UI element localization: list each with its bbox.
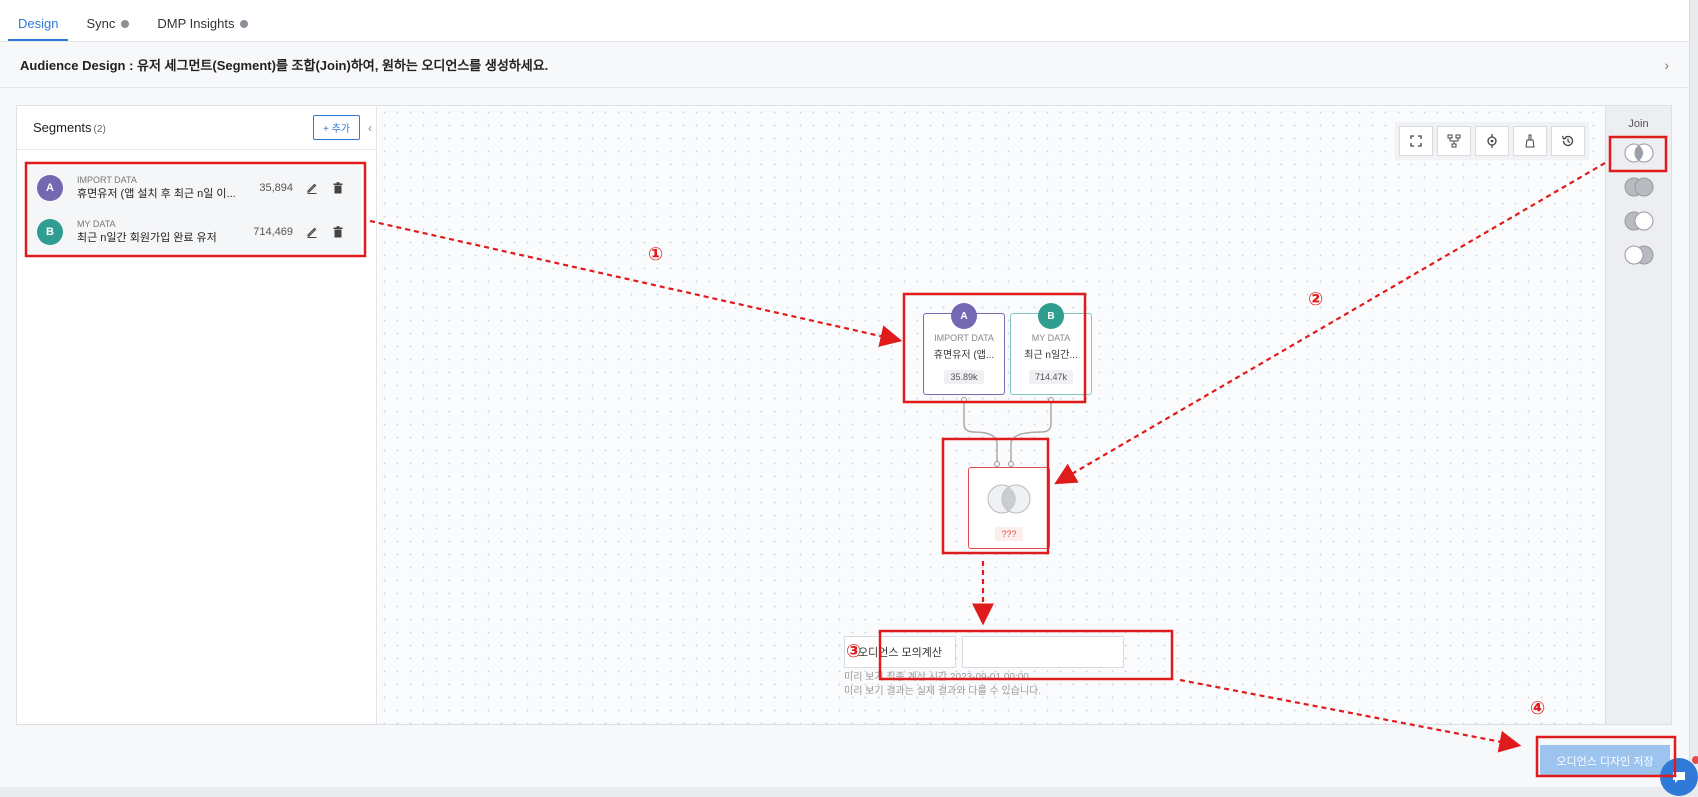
segment-texts: IMPORT DATA 휴면유저 (앱 설치 후 최근 n일 이... <box>77 175 245 201</box>
join-node[interactable]: ??? <box>968 467 1050 549</box>
segment-list: A IMPORT DATA 휴면유저 (앱 설치 후 최근 n일 이... 35… <box>27 166 361 254</box>
clear-button[interactable] <box>1513 126 1547 156</box>
notification-dot <box>1692 756 1698 764</box>
node-type: MY DATA <box>1031 333 1071 343</box>
join-intersection-option[interactable] <box>1621 142 1657 164</box>
edit-icon[interactable] <box>305 225 319 239</box>
segment-type: IMPORT DATA <box>77 175 137 185</box>
node-name: 최근 n일간... <box>1024 350 1078 361</box>
history-button[interactable] <box>1551 126 1585 156</box>
tab-dmp-insights-label: DMP Insights <box>157 16 235 31</box>
trash-icon[interactable] <box>331 225 345 239</box>
target-icon <box>1487 134 1497 148</box>
segments-title-label: Segments <box>33 120 92 135</box>
tab-design[interactable]: Design <box>8 16 69 41</box>
fullscreen-button[interactable] <box>1399 126 1433 156</box>
venn-left-icon <box>1624 211 1653 231</box>
segment-badge-a: A <box>37 175 63 201</box>
tab-bar: Design Sync DMP Insights <box>0 0 1689 42</box>
add-segment-button[interactable]: + 추가 <box>312 115 360 140</box>
tab-design-label: Design <box>18 16 59 31</box>
node-type: IMPORT DATA <box>934 333 994 343</box>
segment-name: 휴면유저 (앱 설치 후 최근 n일 이... <box>77 188 236 200</box>
step-marker-1: ① <box>648 244 664 264</box>
preview-row: 오디언스 모의계산 <box>844 636 1124 668</box>
segment-type: MY DATA <box>77 219 116 229</box>
segment-item-a[interactable]: A IMPORT DATA 휴면유저 (앱 설치 후 최근 n일 이... 35… <box>27 166 361 210</box>
save-audience-design-button[interactable]: 오디언스 디자인 저장 <box>1540 745 1670 777</box>
venn-intersection-icon <box>1624 143 1653 163</box>
banner-text: Audience Design : 유저 세그먼트(Segment)를 조합(J… <box>20 58 549 73</box>
segment-texts: MY DATA 최근 n일간 회원가입 완료 유저 <box>77 219 245 245</box>
history-icon <box>1561 135 1574 147</box>
tree-layout-icon <box>1447 134 1461 148</box>
join-right-option[interactable] <box>1621 244 1657 266</box>
step-marker-3: ③ <box>846 641 862 661</box>
segment-count: 714,469 <box>253 226 293 238</box>
canvas-node-a[interactable]: A IMPORT DATA 휴면유저 (앱... 35.89k <box>923 303 1005 395</box>
canvas-toolbar <box>1395 122 1589 160</box>
chat-icon <box>1673 772 1685 783</box>
segment-item-b[interactable]: B MY DATA 최근 n일간 회원가입 완료 유저 714,469 <box>27 210 361 254</box>
step-marker-4: ④ <box>1530 698 1546 718</box>
collapse-panel-icon[interactable]: ‹ <box>363 118 377 138</box>
tab-sync-label: Sync <box>86 16 116 31</box>
segment-badge-b: B <box>37 219 63 245</box>
center-button[interactable] <box>1475 126 1509 156</box>
segment-name: 최근 n일간 회원가입 완료 유저 <box>77 232 217 244</box>
chevron-right-icon[interactable]: › <box>1664 57 1669 73</box>
design-canvas[interactable]: A IMPORT DATA 휴면유저 (앱... 35.89k B MY DAT… <box>378 106 1607 724</box>
segments-panel-header: Segments (2) + 추가 <box>17 106 376 150</box>
join-panel: Join <box>1605 106 1671 724</box>
segments-count: (2) <box>93 124 106 135</box>
node-count: 714.47k <box>1028 370 1074 384</box>
join-left-option[interactable] <box>1621 210 1657 232</box>
canvas-node-b[interactable]: B MY DATA 최근 n일간... 714.47k <box>1010 303 1092 395</box>
venn-intersection-icon <box>987 484 1031 514</box>
node-badge-b: B <box>1038 303 1064 329</box>
preview-note: 미리 보기 최종 계산 시간 2023-09-01 00:00 미리 보기 결과… <box>844 671 1041 699</box>
fullscreen-icon <box>1410 135 1422 147</box>
preview-note-time: 미리 보기 최종 계산 시간 2023-09-01 00:00 <box>844 672 1029 683</box>
edit-icon[interactable] <box>305 181 319 195</box>
node-name: 휴면유저 (앱... <box>933 350 995 361</box>
venn-union-icon <box>1624 177 1653 197</box>
preview-note-disclaimer: 미리 보기 결과는 실제 결과와 다를 수 있습니다. <box>844 686 1042 697</box>
design-workspace: Segments (2) + 추가 ‹ A IMPORT DATA 휴면유저 (앱… <box>16 105 1672 725</box>
auto-layout-button[interactable] <box>1437 126 1471 156</box>
help-chat-button[interactable] <box>1660 756 1698 796</box>
tab-sync[interactable]: Sync <box>76 16 139 41</box>
node-badge-a: A <box>951 303 977 329</box>
info-icon <box>240 19 249 28</box>
info-icon <box>121 19 130 28</box>
trash-icon[interactable] <box>331 181 345 195</box>
venn-right-icon <box>1624 245 1653 265</box>
segments-panel: Segments (2) + 추가 ‹ A IMPORT DATA 휴면유저 (앱… <box>17 106 377 724</box>
segments-title: Segments (2) <box>33 120 106 135</box>
step-marker-2: ② <box>1308 289 1324 309</box>
design-banner[interactable]: Audience Design : 유저 세그먼트(Segment)를 조합(J… <box>0 42 1689 88</box>
join-title: Join <box>1628 118 1649 130</box>
segment-count: 35,894 <box>259 182 293 194</box>
join-result-badge: ??? <box>995 527 1023 541</box>
join-union-option[interactable] <box>1621 176 1657 198</box>
simulation-result-field <box>962 636 1124 668</box>
node-count: 35.89k <box>944 370 984 384</box>
broom-icon <box>1525 134 1535 148</box>
tab-dmp-insights[interactable]: DMP Insights <box>147 16 258 41</box>
node-connectors <box>961 397 1054 467</box>
